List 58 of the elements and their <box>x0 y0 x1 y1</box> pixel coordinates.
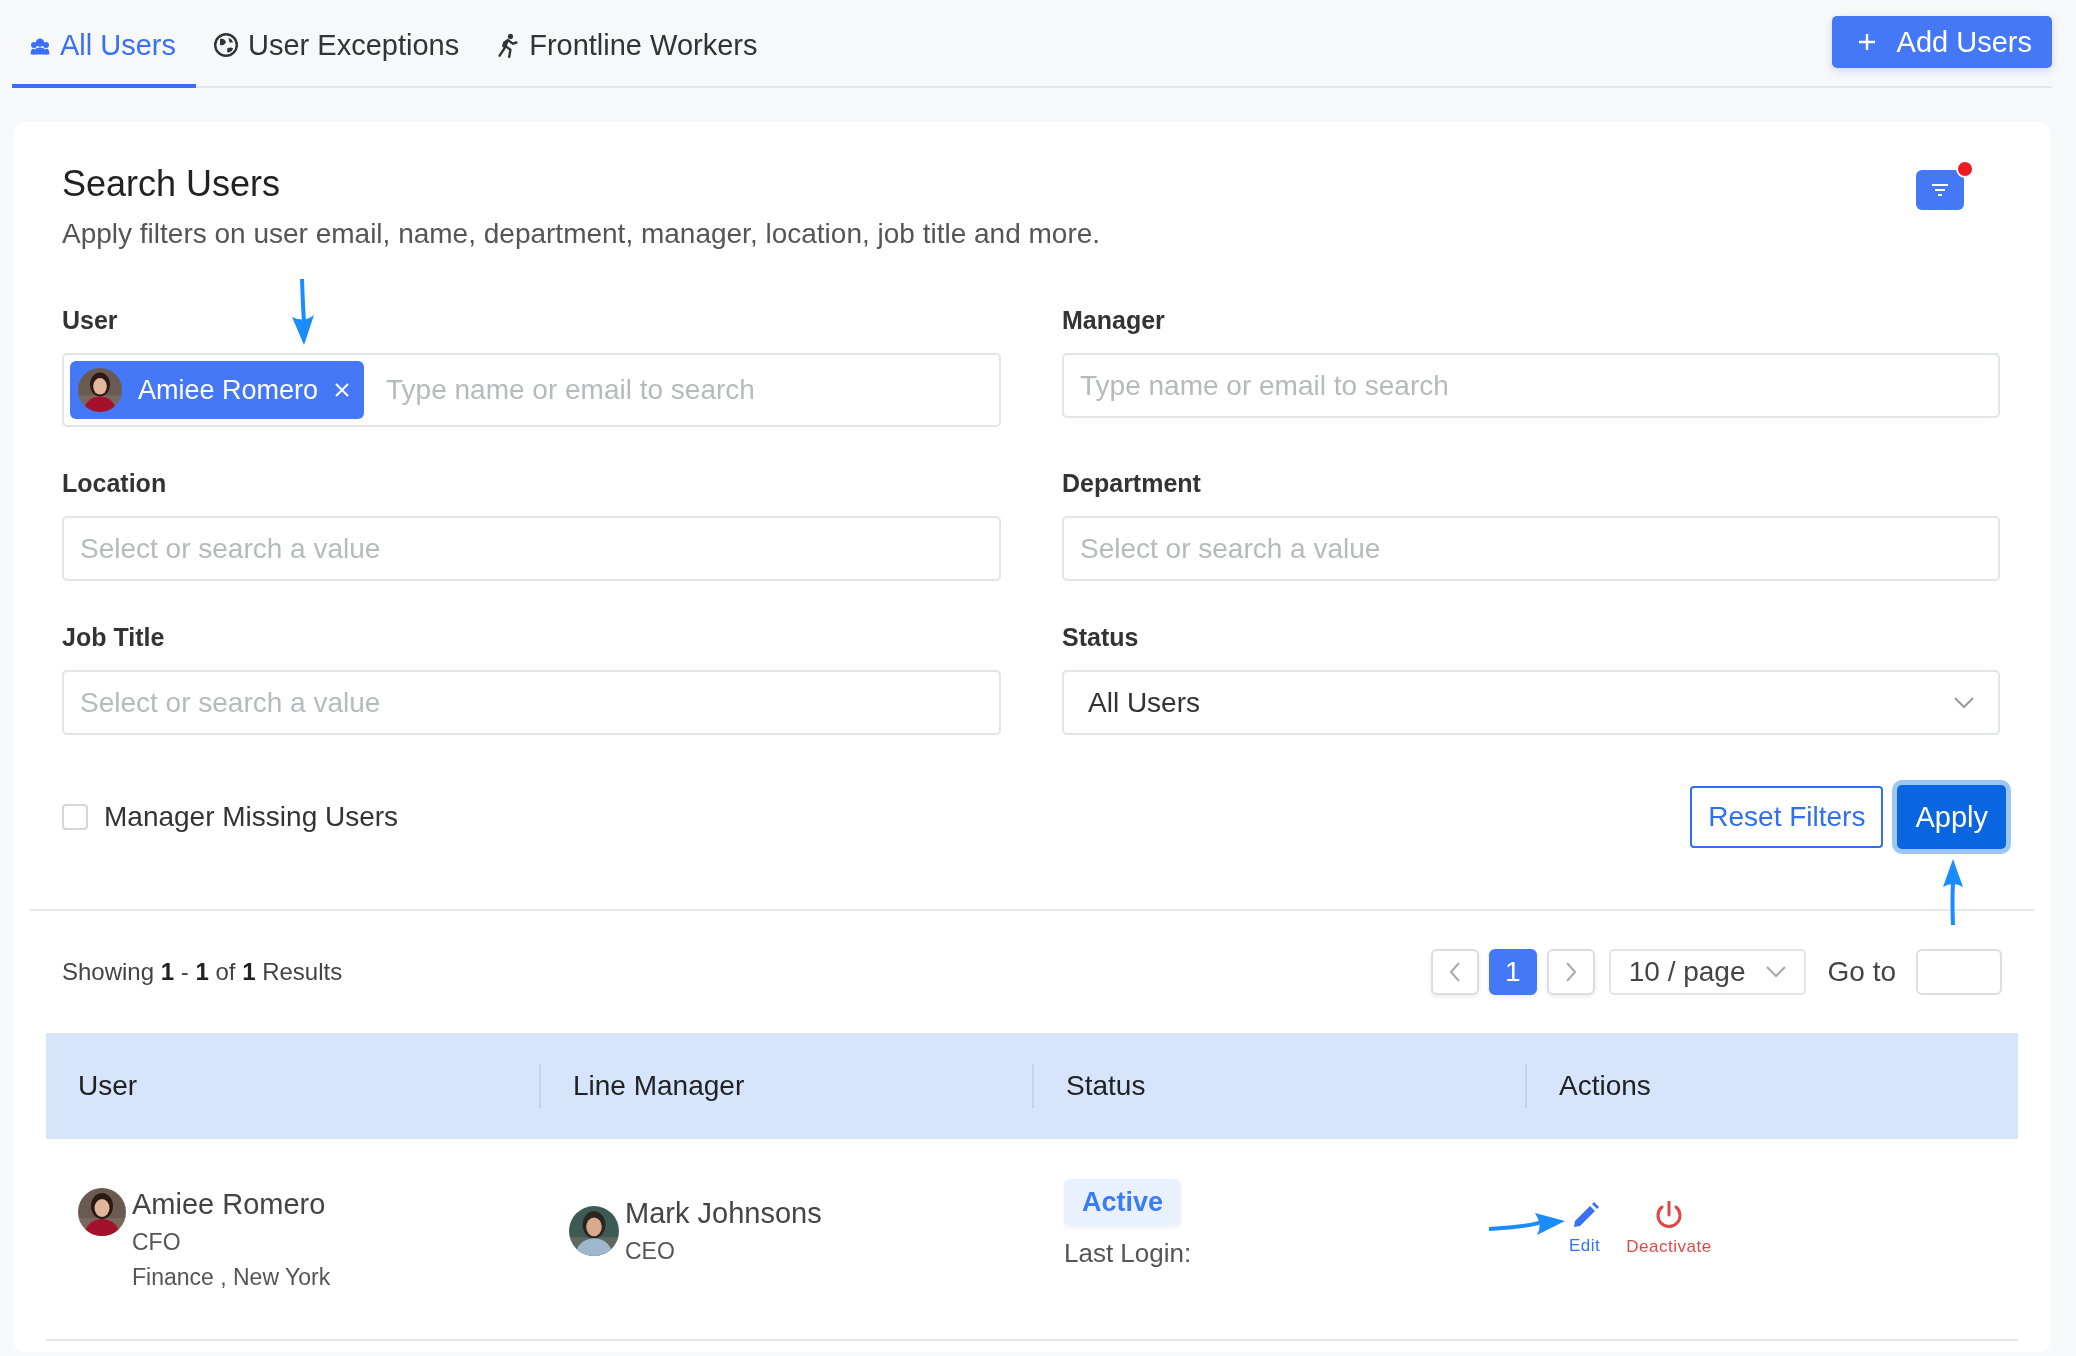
field-label: Location <box>62 469 168 498</box>
globe-icon <box>214 33 238 57</box>
manager-name: Mark Johnsons <box>625 1197 822 1230</box>
checkbox[interactable] <box>62 804 88 830</box>
close-icon <box>334 382 351 398</box>
input-field[interactable]: Select or search a value <box>1062 516 2000 581</box>
input-field[interactable]: Select or search a value <box>62 670 1001 735</box>
add-users-button[interactable]: Add Users <box>1831 16 2052 68</box>
user-name: Amiee Romero <box>132 1187 327 1221</box>
status-dropdown[interactable]: All Users <box>1062 670 2000 735</box>
job-title: CFO <box>132 1228 182 1256</box>
chevron-left-icon <box>1449 962 1460 982</box>
tab[interactable]: User Exceptions <box>196 0 480 88</box>
last-login-text: Last Login: <box>1064 1238 1192 1269</box>
section-title: Search Users <box>62 162 282 206</box>
plus-icon <box>1856 32 1877 52</box>
field-label: Job Title <box>62 623 166 652</box>
page-number-field[interactable] <box>1916 949 2002 995</box>
page-button[interactable]: 1 <box>1488 949 1537 995</box>
running-person-icon <box>497 32 519 58</box>
job-title: CEO <box>625 1238 676 1265</box>
checkbox-label: Manager Missing Users <box>104 801 399 833</box>
column-header: Status <box>1066 1070 1146 1102</box>
dropdown-value: 10 / page <box>1628 956 1746 988</box>
section-description: Apply filters on user email, name, department, manager, location, job title and more. <box>62 218 1101 250</box>
filter-button[interactable] <box>1916 170 1964 210</box>
user-search-field[interactable]: Amiee Romero Type name or email to search <box>62 353 1001 427</box>
page-size-dropdown[interactable]: 10 / page <box>1608 949 1806 995</box>
arrow-icon <box>1941 859 1966 925</box>
field-label: Status <box>1062 623 1140 652</box>
results-summary: Showing 1 - 1 of 1 Results <box>62 958 343 986</box>
chevron-down-icon <box>1954 696 1974 709</box>
status-badge: Active <box>1064 1179 1182 1226</box>
next-page-button[interactable] <box>1546 949 1595 995</box>
edit-button[interactable]: Edit <box>1569 1202 1601 1256</box>
field-label: User <box>62 306 119 335</box>
dropdown-value: All Users <box>1088 686 1200 719</box>
reset-filters-button[interactable]: Reset Filters <box>1690 786 1884 848</box>
input-field[interactable]: Select or search a value <box>62 516 1001 581</box>
field-label: Manager <box>1062 306 1166 335</box>
deactivate-button[interactable]: Deactivate <box>1626 1201 1712 1257</box>
column-header: Actions <box>1559 1070 1651 1102</box>
tab[interactable]: Frontline Workers <box>479 0 778 88</box>
column-header: User <box>78 1070 138 1102</box>
field-label: Department <box>1062 469 1202 498</box>
chevron-right-icon <box>1565 962 1576 982</box>
filter-icon <box>1931 183 1949 197</box>
chevron-down-icon <box>1765 966 1786 978</box>
user-tag[interactable]: Amiee Romero <box>70 361 365 419</box>
arrow-icon <box>292 279 316 345</box>
user-details: Finance , New York <box>132 1263 331 1291</box>
go-to-label: Go to <box>1827 956 1896 988</box>
previous-page-button[interactable] <box>1430 949 1479 995</box>
arrow-icon <box>1489 1213 1565 1235</box>
input-field[interactable]: Type name or email to search <box>1062 353 2000 418</box>
column-header: Line Manager <box>573 1070 745 1102</box>
tag-label: Amiee Romero <box>138 374 319 406</box>
tab[interactable]: All Users <box>12 0 196 88</box>
